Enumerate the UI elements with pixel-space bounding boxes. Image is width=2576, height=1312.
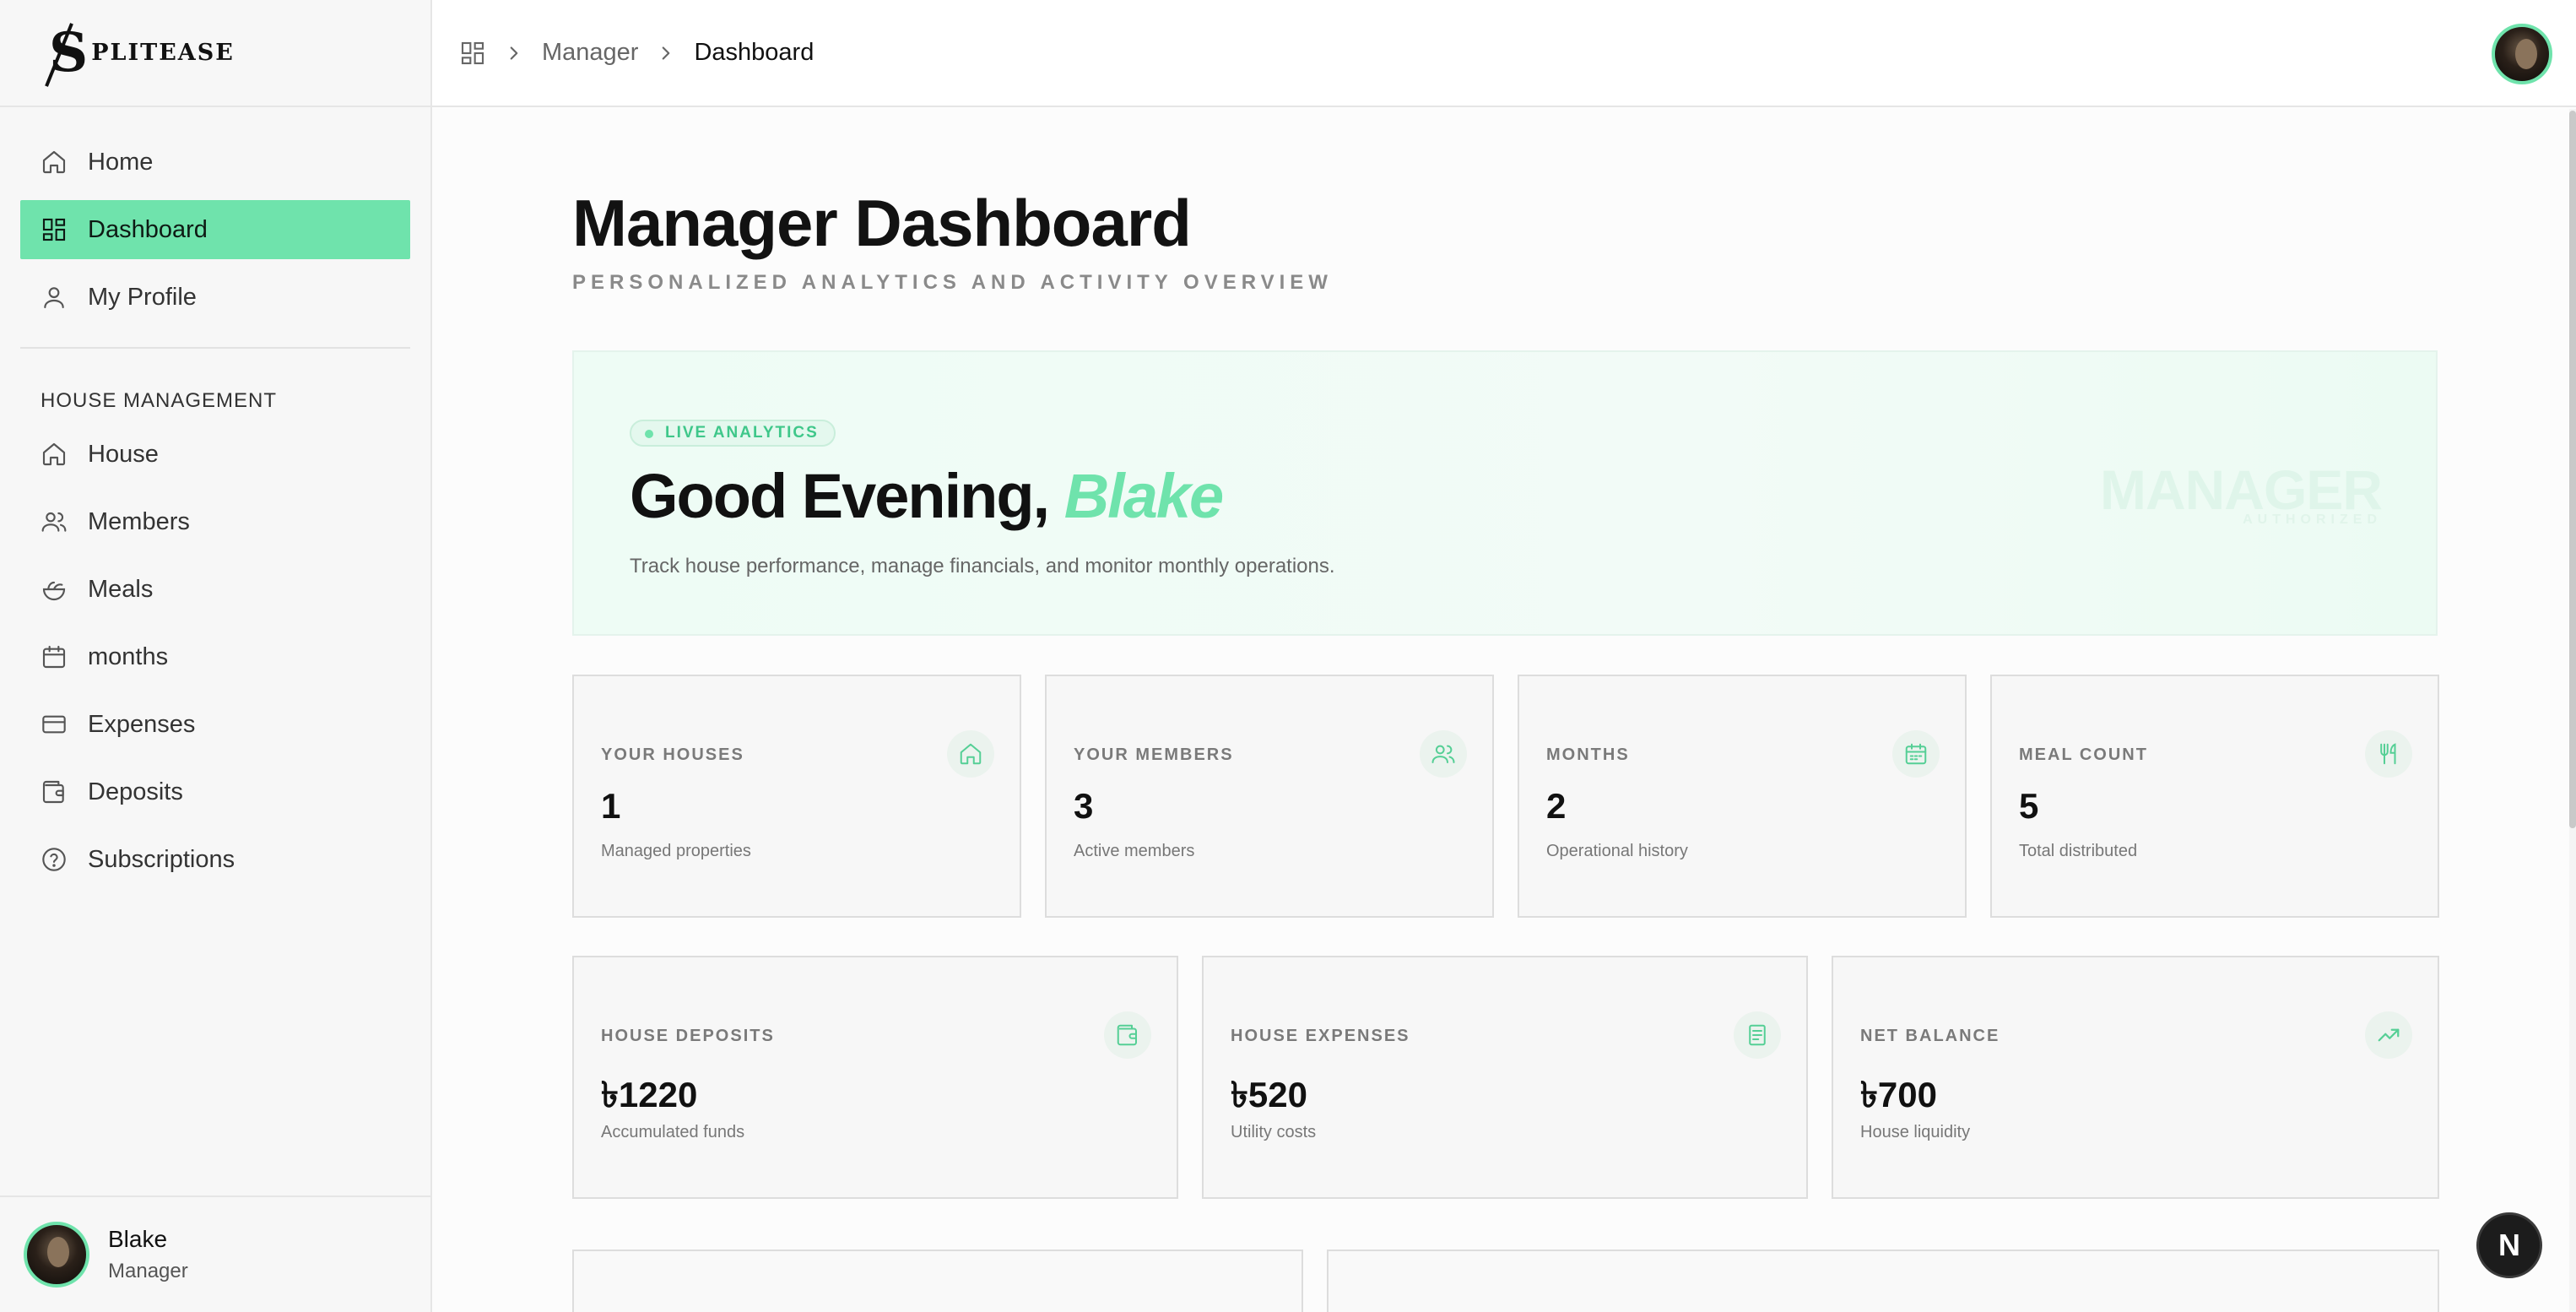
user-name: Blake — [108, 1226, 168, 1252]
sidebar-item-expenses[interactable]: Expenses — [20, 695, 410, 754]
wallet-icon — [41, 778, 68, 805]
sidebar-item-house[interactable]: House — [20, 425, 410, 484]
sidebar-item-meals[interactable]: Meals — [20, 560, 410, 619]
dashboard-icon[interactable] — [459, 40, 486, 67]
sidebar-user-card[interactable]: Blake Manager — [0, 1195, 430, 1312]
stat-label: HOUSE EXPENSES — [1231, 1027, 1410, 1045]
sidebar-item-label: House — [88, 440, 159, 468]
stat-label: YOUR HOUSES — [601, 745, 744, 764]
utensils-icon — [2365, 730, 2412, 778]
breadcrumb-dashboard: Dashboard — [694, 39, 814, 66]
stat-value: 2 — [1546, 786, 1567, 826]
finance-card-balance[interactable]: NET BALANCE ৳700 House liquidity — [1832, 956, 2439, 1199]
sidebar-item-my-profile[interactable]: My Profile — [20, 268, 410, 327]
sidebar-item-label: months — [88, 642, 169, 670]
scrollbar[interactable] — [2569, 109, 2576, 1312]
sidebar-item-label: Expenses — [88, 710, 196, 738]
credit-card-icon — [41, 711, 68, 738]
live-dot-icon — [645, 430, 653, 438]
bottom-panel-right — [1327, 1250, 2439, 1312]
stat-desc: Utility costs — [1231, 1123, 1317, 1141]
users-icon — [41, 508, 68, 535]
stat-desc: Total distributed — [2019, 842, 2138, 860]
stat-value: 1 — [601, 786, 621, 826]
dashboard-icon — [41, 216, 68, 243]
house-nav: House Members Meals months Expenses Depo… — [0, 425, 430, 889]
stat-card-members[interactable]: YOUR MEMBERS 3 Active members — [1045, 675, 1494, 918]
section-label: HOUSE MANAGEMENT — [41, 389, 278, 412]
logo[interactable]: S PLITEASE — [0, 0, 430, 107]
stat-card-months[interactable]: MONTHS 2 Operational history — [1518, 675, 1967, 918]
stat-desc: Accumulated funds — [601, 1123, 745, 1141]
receipt-icon — [1734, 1011, 1781, 1059]
user-role: Manager — [108, 1260, 188, 1282]
sidebar: S PLITEASE Home Dashboard My Profile HOU… — [0, 0, 432, 1312]
calendar-icon — [1892, 730, 1940, 778]
stat-value: 3 — [1074, 786, 1094, 826]
finance-card-expenses[interactable]: HOUSE EXPENSES ৳520 Utility costs — [1202, 956, 1808, 1199]
sidebar-item-months[interactable]: months — [20, 627, 410, 686]
stat-value: ৳1220 — [601, 1075, 698, 1114]
role-watermark-sub: AUTHORIZED — [2243, 512, 2382, 527]
salad-icon — [41, 576, 68, 603]
wallet-icon — [1104, 1011, 1151, 1059]
sidebar-item-label: Dashboard — [88, 215, 208, 243]
hero-description: Track house performance, manage financia… — [630, 555, 1335, 577]
logo-text: PLITEASE — [91, 40, 235, 66]
bottom-panel-left — [572, 1250, 1303, 1312]
greeting: Good Evening, Blake — [630, 461, 1224, 531]
sidebar-item-label: My Profile — [88, 283, 197, 311]
sidebar-item-subscriptions[interactable]: Subscriptions — [20, 830, 410, 889]
stat-label: MEAL COUNT — [2019, 745, 2148, 764]
chevron-right-icon — [655, 42, 677, 64]
live-analytics-badge: LIVE ANALYTICS — [630, 420, 836, 447]
stat-desc: Active members — [1074, 842, 1195, 860]
stat-desc: Managed properties — [601, 842, 751, 860]
sidebar-item-label: Home — [88, 148, 154, 176]
stat-desc: House liquidity — [1860, 1123, 1971, 1141]
stat-label: MONTHS — [1546, 745, 1630, 764]
sidebar-item-members[interactable]: Members — [20, 492, 410, 551]
logo-letter: S — [45, 22, 88, 87]
sidebar-item-home[interactable]: Home — [20, 133, 410, 192]
main-nav: Home Dashboard My Profile — [0, 107, 430, 327]
main-content: Manager Dashboard PERSONALIZED ANALYTICS… — [432, 109, 2576, 1312]
trending-up-icon — [2365, 1011, 2412, 1059]
stat-value: 5 — [2019, 786, 2039, 826]
home-icon — [947, 730, 994, 778]
users-icon — [1420, 730, 1467, 778]
home-icon — [41, 441, 68, 468]
sidebar-item-label: Deposits — [88, 778, 183, 805]
topbar: Manager Dashboard — [432, 0, 2576, 107]
stat-card-meals[interactable]: MEAL COUNT 5 Total distributed — [1990, 675, 2439, 918]
page-title: Manager Dashboard — [572, 186, 1192, 260]
user-icon — [41, 284, 68, 311]
scrollbar-thumb[interactable] — [2569, 111, 2576, 828]
finance-card-deposits[interactable]: HOUSE DEPOSITS ৳1220 Accumulated funds — [572, 956, 1178, 1199]
avatar[interactable] — [2492, 24, 2552, 84]
stat-desc: Operational history — [1546, 842, 1688, 860]
stat-value: ৳700 — [1860, 1075, 1937, 1114]
sidebar-item-deposits[interactable]: Deposits — [20, 762, 410, 821]
page-subtitle: PERSONALIZED ANALYTICS AND ACTIVITY OVER… — [572, 271, 1333, 294]
help-circle-icon — [41, 846, 68, 873]
stat-card-houses[interactable]: YOUR HOUSES 1 Managed properties — [572, 675, 1021, 918]
home-icon — [41, 149, 68, 176]
role-watermark: MANAGER — [2100, 458, 2383, 521]
calendar-icon — [41, 643, 68, 670]
stat-label: YOUR MEMBERS — [1074, 745, 1234, 764]
greeting-name: Blake — [1063, 461, 1224, 531]
sidebar-item-label: Members — [88, 507, 190, 535]
nextjs-dev-button[interactable]: N — [2476, 1212, 2542, 1278]
sidebar-item-label: Meals — [88, 575, 154, 603]
chevron-right-icon — [503, 42, 525, 64]
breadcrumb-manager[interactable]: Manager — [542, 39, 638, 67]
welcome-banner: LIVE ANALYTICS Good Evening, Blake Track… — [572, 350, 2438, 636]
avatar — [24, 1222, 89, 1288]
sidebar-item-dashboard[interactable]: Dashboard — [20, 200, 410, 259]
stat-label: HOUSE DEPOSITS — [601, 1027, 775, 1045]
sidebar-item-label: Subscriptions — [88, 845, 235, 873]
stat-label: NET BALANCE — [1860, 1027, 2000, 1045]
stat-value: ৳520 — [1231, 1075, 1307, 1114]
